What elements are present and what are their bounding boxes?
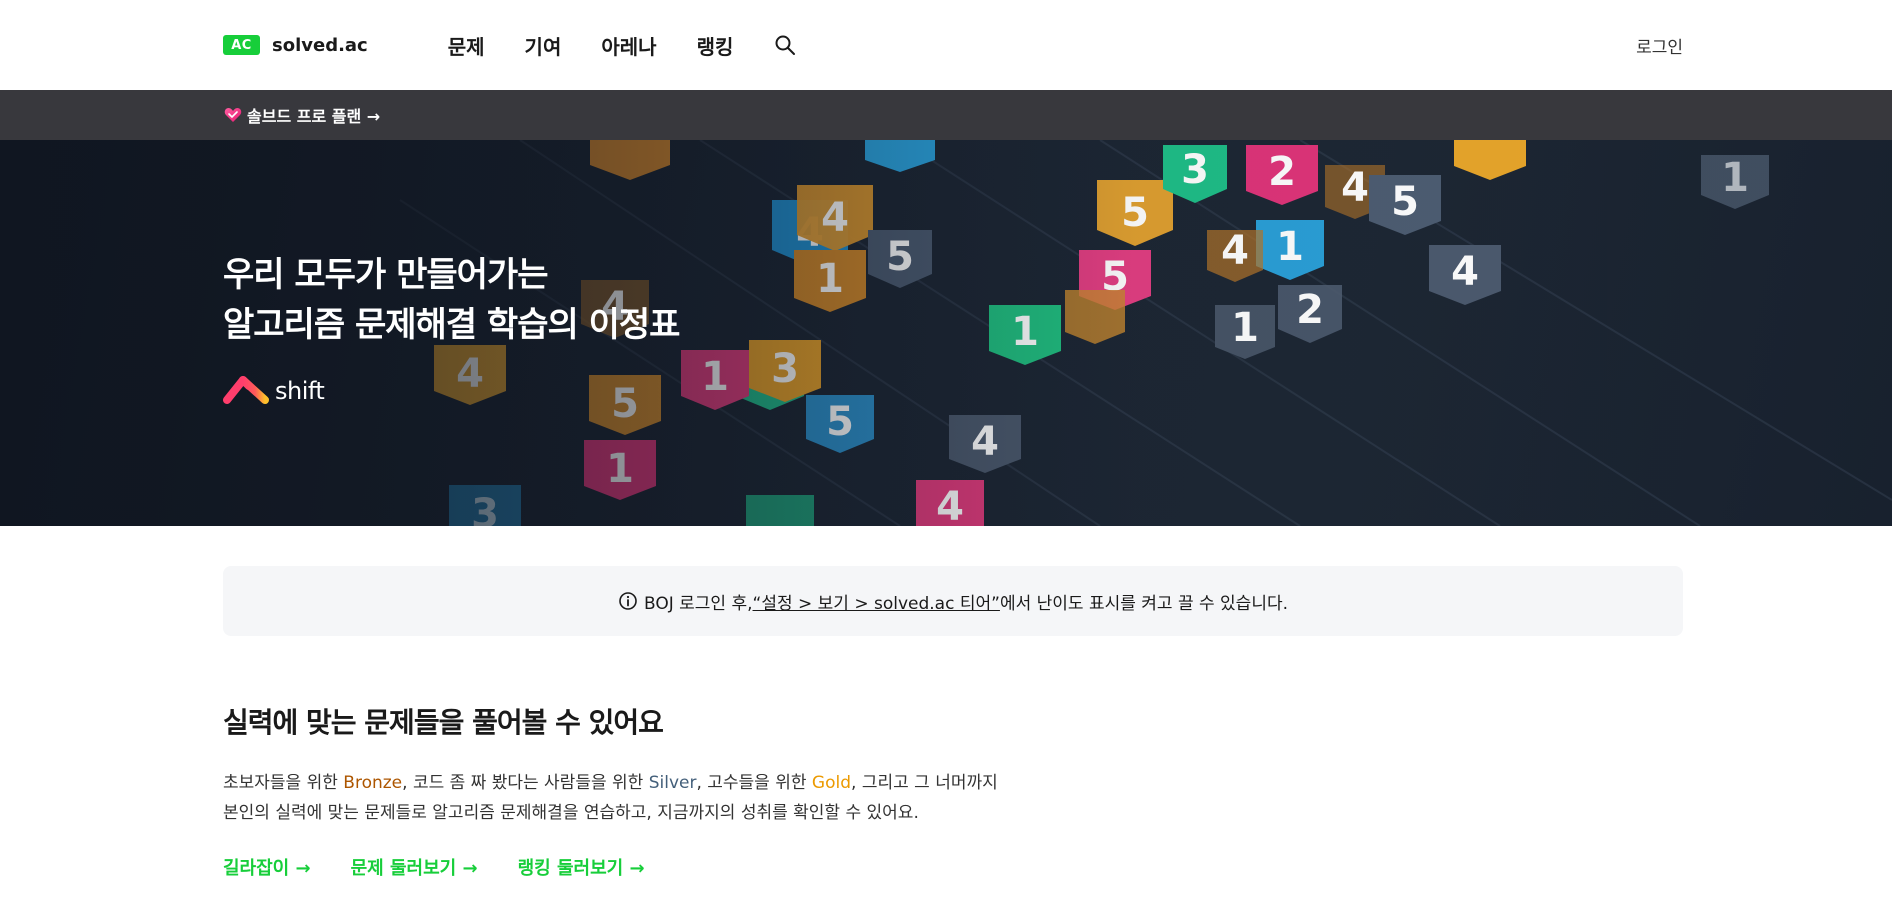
tier-silver-text: Silver <box>648 773 697 793</box>
logo-link[interactable]: AC solved.ac <box>223 35 368 56</box>
pro-plan-label: 솔브드 프로 플랜 → <box>247 107 381 126</box>
notice-text-after: 에서 난이도 표시를 켜고 끌 수 있습니다. <box>999 593 1289 614</box>
hero-title: 우리 모두가 만들어가는 알고리즘 문제해결 학습의 이정표 <box>223 250 680 350</box>
logo-badge: AC <box>223 35 260 55</box>
shift-brand[interactable]: shift <box>223 372 325 410</box>
nav-item-problems[interactable]: 문제 <box>448 31 485 60</box>
section-description-line-2: 본인의 실력에 맞는 문제들로 알고리즘 문제해결을 연습하고, 지금까지의 성… <box>223 803 919 823</box>
pro-plan-link[interactable]: 솔브드 프로 플랜 → <box>223 103 380 127</box>
section-title: 실력에 맞는 문제들을 풀어볼 수 있어요 <box>223 706 664 739</box>
section-links: 길라잡이 → 문제 둘러보기 → 랭킹 둘러보기 → <box>223 854 1683 880</box>
guide-link[interactable]: 길라잡이 → <box>223 854 311 880</box>
desc-text-4: , 그리고 그 너머까지 <box>851 773 998 793</box>
main-nav: 문제 기여 아레나 랭킹 <box>448 31 798 60</box>
nav-item-arena[interactable]: 아레나 <box>601 31 656 60</box>
search-icon[interactable] <box>773 33 797 57</box>
tier-display-notice: BOJ 로그인 후, “설정 > 보기 > solved.ac 티어” 에서 난… <box>223 566 1683 636</box>
hero-title-line-2: 알고리즘 문제해결 학습의 이정표 <box>223 305 680 345</box>
promo-banner: 솔브드 프로 플랜 → <box>0 90 1892 140</box>
desc-text-3: , 고수들을 위한 <box>696 773 812 793</box>
browse-ranking-link[interactable]: 랭킹 둘러보기 → <box>518 854 645 880</box>
desc-text-1: 초보자들을 위한 <box>223 773 344 793</box>
logo-text: solved.ac <box>272 34 368 56</box>
nav-item-contribute[interactable]: 기여 <box>525 31 562 60</box>
tier-gold-text: Gold <box>811 773 852 793</box>
shift-brand-text: shift <box>275 377 325 405</box>
tier-bronze-text: Bronze <box>343 773 403 793</box>
top-header: AC solved.ac 문제 기여 아레나 랭킹 로그인 <box>0 0 1892 90</box>
hero-banner: 4 4 5 5 3 2 4 5 1 4 5 1 2 1 4 1 1 4 4 1 … <box>0 140 1892 526</box>
notice-text-before: BOJ 로그인 후, <box>643 593 753 614</box>
browse-problems-link[interactable]: 문제 둘러보기 → <box>351 854 478 880</box>
heart-icon <box>223 105 243 125</box>
section-description-line-1: 초보자들을 위한 Bronze, 코드 좀 짜 봤다는 사람들을 위한 Silv… <box>223 768 1683 798</box>
settings-path-link[interactable]: “설정 > 보기 > solved.ac 티어” <box>753 589 1000 614</box>
desc-text-2: , 코드 좀 짜 봤다는 사람들을 위한 <box>402 773 649 793</box>
info-icon <box>618 591 638 611</box>
hero-title-line-1: 우리 모두가 만들어가는 <box>223 255 548 295</box>
shift-logo-icon <box>223 372 271 410</box>
section-description: 초보자들을 위한 Bronze, 코드 좀 짜 봤다는 사람들을 위한 Silv… <box>223 768 1683 828</box>
login-button[interactable]: 로그인 <box>1636 33 1683 58</box>
nav-item-ranking[interactable]: 랭킹 <box>697 31 734 60</box>
